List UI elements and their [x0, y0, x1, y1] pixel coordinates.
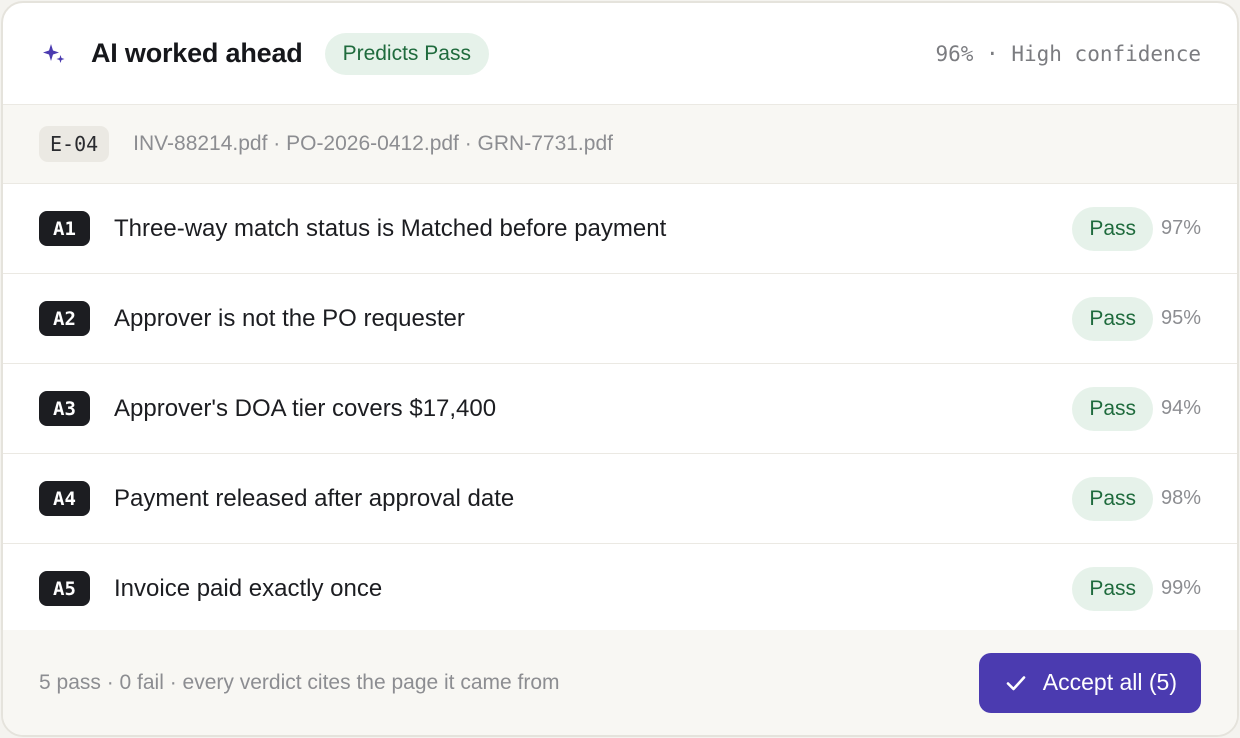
confidence-label: 96% · High confidence [935, 41, 1201, 66]
verdict-badge[interactable]: Pass [1072, 296, 1153, 341]
check-description: Payment released after approval date [114, 484, 515, 512]
check-description: Approver's DOA tier covers $17,400 [114, 394, 497, 422]
check-id-badge: A5 [39, 571, 90, 606]
check-id-badge: A2 [39, 301, 90, 336]
confidence-percent: 97% [1160, 217, 1201, 239]
check-row[interactable]: A4 Payment released after approval date … [3, 454, 1237, 544]
verdict-badge[interactable]: Pass [1072, 566, 1153, 611]
card-header: AI worked ahead Predicts Pass 96% · High… [3, 3, 1237, 105]
verdict-badge[interactable]: Pass [1072, 476, 1153, 521]
check-icon [1005, 672, 1027, 694]
card-title: AI worked ahead [91, 38, 303, 68]
verdict-badge[interactable]: Pass [1072, 386, 1153, 431]
confidence-percent: 99% [1160, 577, 1201, 599]
confidence-percent: 98% [1160, 487, 1201, 509]
summary-text: 5 pass · 0 fail · every verdict cites th… [39, 670, 560, 694]
check-row[interactable]: A5 Invoice paid exactly once Pass 99% [3, 544, 1237, 634]
confidence-percent: 95% [1160, 307, 1201, 329]
prediction-badge: Predicts Pass [324, 32, 489, 75]
check-id-badge: A4 [39, 481, 90, 516]
check-id-badge: A1 [39, 211, 90, 246]
evidence-bar: E-04 INV-88214.pdf · PO-2026-0412.pdf · … [3, 105, 1237, 184]
check-row[interactable]: A2 Approver is not the PO requester Pass… [3, 274, 1237, 364]
accept-all-label: Accept all (5) [1042, 669, 1177, 695]
evidence-id-badge: E-04 [39, 126, 110, 162]
accept-all-button[interactable]: Accept all (5) [978, 652, 1201, 713]
check-row[interactable]: A1 Three-way match status is Matched bef… [3, 184, 1237, 274]
evidence-file-list[interactable]: INV-88214.pdf · PO-2026-0412.pdf · GRN-7… [133, 132, 613, 156]
check-row[interactable]: A3 Approver's DOA tier covers $17,400 Pa… [3, 364, 1237, 454]
card-footer: 5 pass · 0 fail · every verdict cites th… [3, 630, 1237, 735]
sparkle-icon [41, 40, 69, 68]
check-list: A1 Three-way match status is Matched bef… [3, 184, 1237, 634]
check-id-badge: A3 [39, 391, 90, 426]
verdict-badge[interactable]: Pass [1072, 206, 1153, 251]
check-description: Invoice paid exactly once [114, 574, 383, 602]
confidence-percent: 94% [1160, 397, 1201, 419]
ai-review-card: AI worked ahead Predicts Pass 96% · High… [1, 1, 1239, 737]
check-description: Three-way match status is Matched before… [114, 214, 667, 242]
check-description: Approver is not the PO requester [114, 304, 465, 332]
